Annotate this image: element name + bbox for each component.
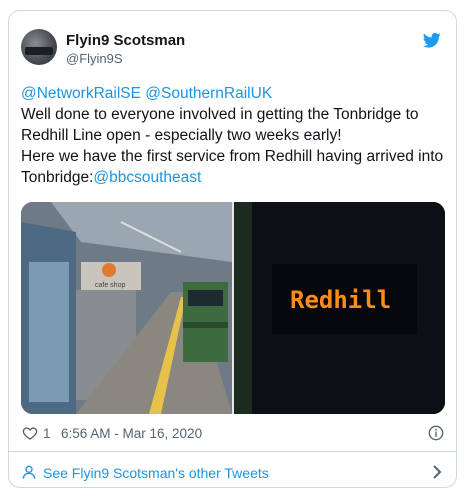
destination-display-text: Redhill — [290, 286, 391, 314]
tweet-header: Flyin9 Scotsman @Flyin9S — [21, 29, 442, 73]
tweet-text-line: Here we have the first service from Redh… — [21, 148, 444, 186]
like-count[interactable]: 1 — [43, 426, 51, 441]
tweet-media[interactable]: cafe shop Redhill — [21, 202, 445, 414]
chevron-right-icon[interactable] — [432, 465, 442, 479]
author-handle[interactable]: @Flyin9S — [66, 51, 123, 66]
platform-illustration: cafe shop — [21, 202, 232, 414]
info-icon[interactable] — [428, 425, 444, 441]
embedded-tweet-card: Flyin9 Scotsman @Flyin9S @NetworkRailSE … — [8, 10, 457, 488]
mention-link[interactable]: @NetworkRailSE — [21, 85, 141, 102]
avatar[interactable] — [21, 29, 57, 65]
timestamp[interactable]: 6:56 AM - Mar 16, 2020 — [61, 426, 202, 441]
destination-display: Redhill — [234, 202, 445, 414]
tweet-body: @NetworkRailSE @SouthernRailUK Well done… — [21, 83, 446, 188]
heart-icon[interactable] — [21, 425, 39, 441]
see-other-tweets-link[interactable]: See Flyin9 Scotsman's other Tweets — [21, 463, 444, 483]
card-divider — [9, 451, 456, 452]
person-icon — [22, 465, 36, 479]
tweet-text-line: Well done to everyone involved in gettin… — [21, 106, 419, 144]
mention-link[interactable]: @bbcsoutheast — [93, 169, 201, 186]
platform-photo[interactable]: cafe shop — [21, 202, 232, 414]
twitter-bird-icon[interactable] — [422, 31, 442, 49]
tweet-meta: 1 6:56 AM - Mar 16, 2020 — [21, 424, 444, 444]
cafe-sign: cafe shop — [95, 282, 125, 289]
mention-link[interactable]: @SouthernRailUK — [145, 85, 272, 102]
author-name[interactable]: Flyin9 Scotsman — [66, 32, 185, 49]
see-other-tweets-label[interactable]: See Flyin9 Scotsman's other Tweets — [43, 465, 269, 481]
destination-display-photo[interactable]: Redhill — [234, 202, 445, 414]
